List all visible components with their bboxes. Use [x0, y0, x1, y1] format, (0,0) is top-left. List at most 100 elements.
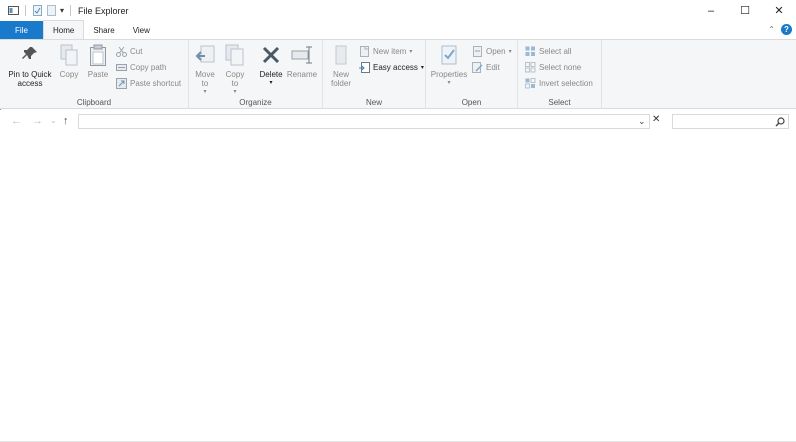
up-arrow-icon[interactable]: ↑ — [63, 115, 69, 127]
group-organize: Move to ▾ Copy to ▾ Delete ▾ Rename Orga… — [189, 40, 323, 109]
invert-selection-label: Invert selection — [539, 78, 593, 88]
forward-arrow-icon[interactable]: → — [32, 115, 43, 127]
invert-selection-button[interactable]: Invert selection — [525, 76, 593, 90]
paste-shortcut-icon — [116, 77, 127, 89]
tab-share[interactable]: Share — [84, 21, 123, 39]
maximize-button[interactable]: ☐ — [728, 0, 762, 21]
paste-shortcut-label: Paste shortcut — [130, 78, 182, 88]
quick-access-toolbar: ▾ — [0, 0, 74, 21]
tab-file[interactable]: File — [0, 21, 43, 39]
window-title: File Explorer — [78, 5, 129, 16]
address-bar[interactable] — [78, 114, 650, 129]
new-item-icon — [360, 45, 369, 57]
new-folder-button[interactable]: New folder — [329, 43, 353, 88]
invert-selection-icon — [525, 77, 536, 88]
new-group-label: New — [365, 98, 382, 107]
ribbon-tab-controls: ⌃ ? — [768, 24, 792, 35]
select-all-icon — [525, 46, 535, 56]
scissors-icon — [116, 46, 127, 57]
properties-label: Properties — [430, 70, 468, 79]
paste-button[interactable]: Paste — [86, 43, 110, 79]
paste-shortcut-button[interactable]: Paste shortcut — [116, 76, 181, 90]
copy-button[interactable]: Copy — [58, 43, 80, 79]
help-icon[interactable]: ? — [781, 24, 792, 35]
search-input[interactable] — [672, 114, 789, 129]
qat-separator — [25, 5, 26, 16]
copy-to-dropdown-icon: ▾ — [233, 89, 237, 95]
window-controls: – ☐ ✕ — [694, 0, 796, 21]
file-list-pane[interactable] — [0, 133, 796, 442]
select-none-label: Select none — [539, 62, 582, 72]
properties-check-icon — [441, 45, 457, 65]
select-group-label: Select — [548, 98, 571, 107]
address-history-chevron-icon[interactable]: ⌄ — [638, 116, 646, 127]
open-dropdown-icon: ▾ — [508, 48, 512, 55]
properties-button[interactable]: Properties ▾ — [430, 43, 468, 88]
minimize-ribbon-icon[interactable]: ⌃ — [768, 25, 775, 34]
easy-access-dropdown-icon: ▾ — [420, 64, 424, 71]
copy-to-button[interactable]: Copy to ▾ — [224, 43, 246, 97]
properties-dropdown-icon: ▾ — [447, 80, 451, 86]
edit-icon — [472, 61, 483, 73]
cut-button[interactable]: Cut — [116, 44, 142, 58]
delete-label: Delete — [259, 70, 283, 79]
minimize-button[interactable]: – — [694, 0, 728, 21]
copy-path-icon — [116, 63, 127, 71]
open-group-label: Open — [461, 98, 482, 107]
new-folder-label: New folder — [330, 70, 351, 88]
new-folder-icon[interactable] — [46, 5, 57, 16]
title-bar: ▾ File Explorer – ☐ ✕ — [0, 0, 796, 21]
tab-view[interactable]: View — [124, 21, 159, 39]
select-none-icon — [525, 61, 536, 72]
rename-icon — [291, 46, 312, 64]
tab-home[interactable]: Home — [43, 20, 85, 39]
search-icon[interactable] — [775, 117, 785, 127]
app-window-icon[interactable] — [8, 5, 19, 16]
group-clipboard: Pin to Quick access Copy Paste Cut Copy … — [0, 40, 189, 109]
copy-icon — [60, 44, 78, 66]
copy-to-icon — [225, 44, 244, 66]
easy-access-button[interactable]: Easy access ▾ — [359, 60, 424, 74]
pin-to-quick-access-button[interactable]: Pin to Quick access — [6, 43, 54, 88]
move-to-button[interactable]: Move to ▾ — [194, 43, 216, 97]
open-label: Open — [486, 46, 506, 56]
move-to-icon — [195, 45, 215, 63]
address-clear-icon[interactable]: ✕ — [652, 114, 660, 125]
paste-label: Paste — [87, 70, 109, 79]
properties-icon[interactable] — [32, 5, 43, 16]
new-folder-icon — [335, 45, 347, 65]
select-all-label: Select all — [539, 46, 572, 56]
clipboard-group-label: Clipboard — [76, 98, 112, 107]
move-to-label: Move to — [195, 70, 215, 88]
group-new: New folder New item ▾ Easy access ▾ New — [323, 40, 426, 109]
edit-label: Edit — [486, 62, 500, 72]
ribbon-tabs: File Home Share View ⌃ ? — [0, 20, 796, 39]
rename-button[interactable]: Rename — [287, 43, 317, 79]
pin-label: Pin to Quick access — [8, 70, 52, 88]
select-none-button[interactable]: Select none — [525, 60, 581, 74]
open-button[interactable]: Open ▾ — [472, 44, 512, 58]
select-all-button[interactable]: Select all — [525, 44, 571, 58]
qat-customize-dropdown[interactable]: ▾ — [60, 6, 64, 15]
group-open: Properties ▾ Open ▾ Edit Open — [426, 40, 518, 109]
copy-path-label: Copy path — [130, 62, 167, 72]
navigation-bar: ← → ⌄ ↑ ⌄ ✕ — [0, 110, 796, 133]
recent-locations-chevron-icon[interactable]: ⌄ — [50, 116, 57, 125]
easy-access-label: Easy access — [373, 62, 418, 72]
edit-button[interactable]: Edit — [472, 60, 500, 74]
new-item-label: New item — [373, 46, 407, 56]
back-arrow-icon[interactable]: ← — [11, 115, 22, 127]
qat-separator — [70, 5, 72, 16]
copy-path-button[interactable]: Copy path — [116, 60, 166, 74]
rename-label: Rename — [286, 70, 318, 79]
group-select: Select all Select none Invert selection … — [518, 40, 602, 109]
delete-button[interactable]: Delete ▾ — [258, 43, 284, 88]
move-to-dropdown-icon: ▾ — [203, 89, 207, 95]
close-button[interactable]: ✕ — [762, 0, 796, 21]
copy-label: Copy — [59, 70, 79, 79]
ribbon: Pin to Quick access Copy Paste Cut Copy … — [0, 39, 796, 109]
organize-group-label: Organize — [239, 98, 272, 107]
new-item-button[interactable]: New item ▾ — [359, 44, 412, 58]
clipboard-paste-icon — [90, 44, 106, 66]
new-item-dropdown-icon: ▾ — [409, 48, 413, 55]
